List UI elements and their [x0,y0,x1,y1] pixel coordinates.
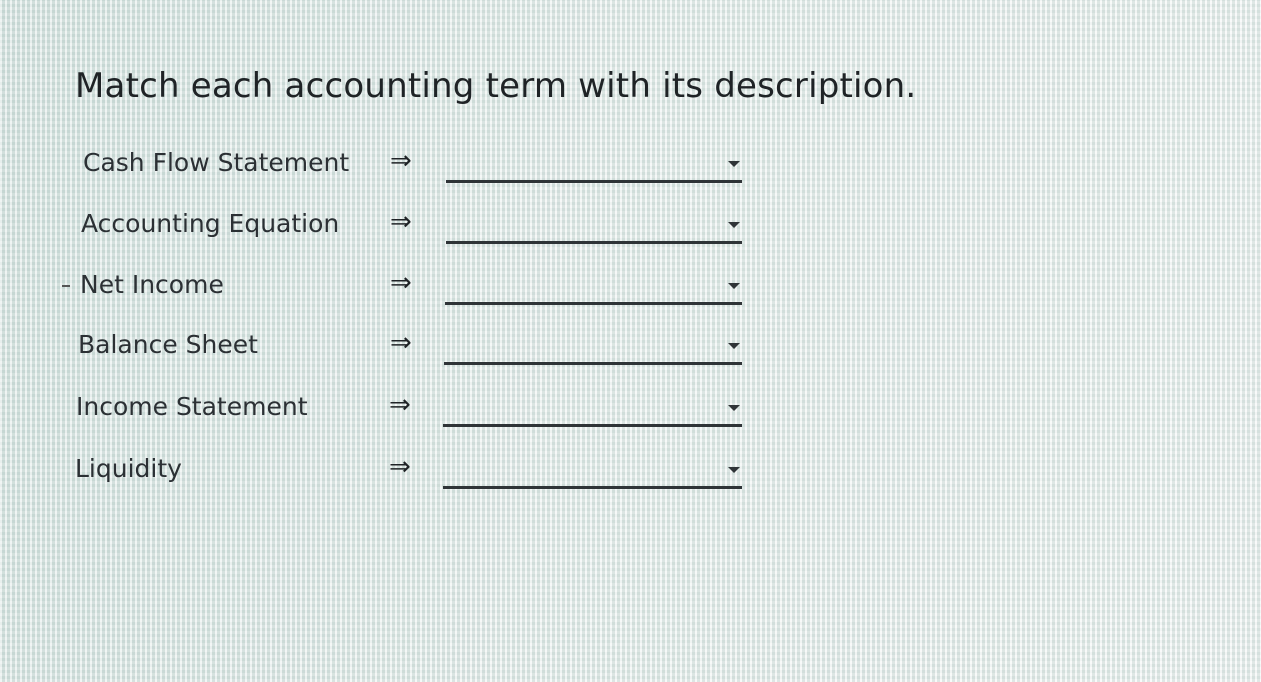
answer-dropdown[interactable] [443,464,742,489]
match-row-income-statement: Income Statement ⇒ [0,388,760,428]
chevron-down-icon[interactable] [728,222,740,228]
chevron-down-icon[interactable] [728,405,740,411]
chevron-down-icon[interactable] [728,467,740,473]
double-right-arrow-icon: ⇒ [389,452,411,482]
question-prompt: Match each accounting term with its desc… [75,66,917,106]
answer-dropdown[interactable] [446,158,742,183]
term-label: Accounting Equation [81,209,340,238]
term-label: Net Income [80,270,224,299]
term-label: Cash Flow Statement [83,148,350,177]
match-row-net-income: Net Income ⇒ [0,266,760,306]
double-right-arrow-icon: ⇒ [390,268,412,298]
answer-dropdown[interactable] [445,280,742,305]
double-right-arrow-icon: ⇒ [389,390,411,420]
match-row-balance-sheet: Balance Sheet ⇒ [0,326,760,366]
chevron-down-icon[interactable] [728,161,740,167]
chevron-down-icon[interactable] [728,283,740,289]
term-label: Liquidity [75,454,182,483]
match-row-liquidity: Liquidity ⇒ [0,450,760,490]
chevron-down-icon[interactable] [728,343,740,349]
match-row-accounting-equation: Accounting Equation ⇒ [0,205,760,245]
double-right-arrow-icon: ⇒ [390,328,412,358]
double-right-arrow-icon: ⇒ [390,207,412,237]
term-label: Balance Sheet [78,330,258,359]
answer-dropdown[interactable] [444,340,742,365]
answer-dropdown[interactable] [443,402,742,427]
term-label: Income Statement [76,392,308,421]
answer-dropdown[interactable] [446,219,742,244]
match-row-cash-flow-statement: Cash Flow Statement ⇒ [0,144,760,184]
double-right-arrow-icon: ⇒ [390,146,412,176]
